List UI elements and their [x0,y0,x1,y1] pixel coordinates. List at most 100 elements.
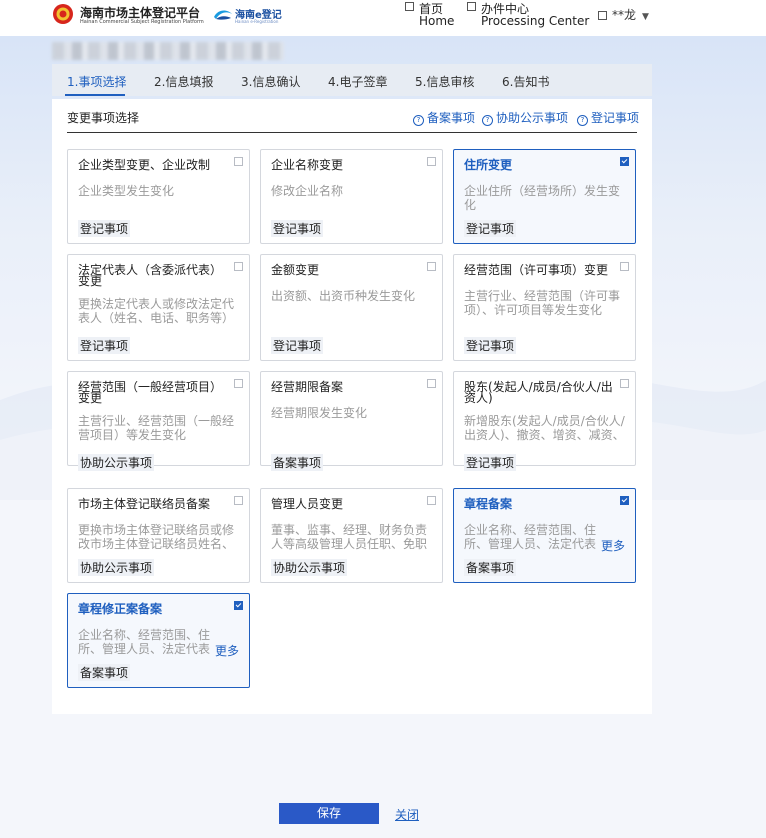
nav-processing-center[interactable]: 办件中心 Processing Center [467,0,592,32]
card-description: 企业类型发生变化 [78,184,175,198]
card-category-tag: 登记事项 [464,337,517,354]
e-registration-logo-sub: Hainan e-Registration [235,19,279,24]
card-title: 企业名称变更 [271,158,344,172]
platform-name-en: Hainan Commercial Subject Registration P… [80,19,204,25]
change-item-card[interactable]: 金额变更出资额、出资币种发生变化 登记事项 [260,254,443,361]
card-description: 更换法定代表人或修改法定代表人（姓名、电话、职务等） [78,297,235,325]
change-item-card[interactable]: 股东(发起人/成员/合伙人/出资人) 新增股东(发起人/成员/合伙人/出资人)、撤… [453,371,636,471]
card-title: 章程备案 [464,497,513,511]
checkbox[interactable] [427,379,436,388]
step-4: 4.电子签章 [328,75,388,89]
card-title: 管理人员变更 [271,497,344,511]
blurred-company-name [52,42,284,60]
nav-home-en: Home [419,14,455,28]
change-item-card[interactable]: 企业类型变更、企业改制 企业类型发生变化 登记事项 [67,149,250,244]
card-description: 新增股东(发起人/成员/合伙人/出资人)、撤资、增资、减资、 [464,414,625,442]
change-item-card[interactable]: 市场主体登记联络员备案更换市场主体登记联络员或修改市场主体登记联络员姓名、协助公… [67,488,250,583]
change-item-card[interactable]: 经营期限备案 经营期限发生变化 备案事项 [260,371,443,471]
checkbox[interactable] [234,262,243,271]
checkbox[interactable] [620,262,629,271]
card-description: 主营行业、经营范围（许可事项）、许可项目等发生变化 [464,289,621,317]
checkbox-checked[interactable] [620,157,629,166]
panel-divider [67,132,637,133]
chevron-down-icon: ▼ [642,12,649,22]
checkbox[interactable] [427,262,436,271]
user-menu[interactable]: **龙 ▼ [598,6,649,23]
change-item-card[interactable]: 经营范围（许可事项）变更主营行业、经营范围（许可事项）、许可项目等发生变化登记事… [453,254,636,361]
step-1[interactable]: 1.事项选择 [67,73,126,90]
card-category-tag: 协助公示事项 [78,454,155,471]
change-item-card[interactable]: 管理人员变更董事、监事、经理、财务负责人等高级管理人员任职、免职协助公示事项 [260,488,443,583]
card-description: 企业住所（经营场所）发生变化 [464,184,621,212]
checkbox-checked[interactable] [620,496,629,505]
step-3: 3.信息确认 [241,75,301,89]
user-icon [598,11,607,20]
card-title: 经营范围（许可事项）变更 [464,263,609,277]
help-link-assist-publicity[interactable]: ? 协助公示事项 [482,109,568,126]
card-title: 经营范围（一般经营项目）变更 [78,380,223,405]
checkbox[interactable] [620,379,629,388]
panel-title: 变更事项选择 [67,111,140,125]
help-link-registration[interactable]: ? 登记事项 [577,109,639,126]
nav-home[interactable]: 首页 Home [405,0,465,32]
help-link-label: 备案事项 [427,111,476,125]
step-progress-bar: 1.事项选择 2.信息填报 3.信息确认 4.电子签章 5.信息审核 6.告知书 [52,64,652,96]
card-title: 金额变更 [271,263,320,277]
card-title: 市场主体登记联络员备案 [78,497,211,511]
card-description: 企业名称、经营范围、住所、管理人员、法定代表人、... [464,523,597,551]
step-5: 5.信息审核 [415,75,475,89]
card-description: 董事、监事、经理、财务负责人等高级管理人员任职、免职 [271,523,428,551]
card-category-tag: 登记事项 [271,337,324,354]
card-category-tag: 协助公示事项 [271,559,348,576]
processing-center-icon [467,2,476,11]
more-link[interactable]: 更多 [598,537,625,554]
checkbox[interactable] [234,157,243,166]
checkbox-checked[interactable] [234,601,243,610]
question-icon: ? [577,115,588,126]
change-item-card[interactable]: 住所变更企业住所（经营场所）发生变化登记事项 [453,149,636,244]
checkbox[interactable] [234,496,243,505]
change-item-card[interactable]: 章程修正案备案企业名称、经营范围、住所、管理人员、法定代表人、...更多备案事项 [67,593,250,688]
card-category-tag: 备案事项 [271,454,324,471]
card-category-tag: 协助公示事项 [78,559,155,576]
card-description: 更换市场主体登记联络员或修改市场主体登记联络员姓名、 [78,523,235,551]
national-emblem-icon [53,4,73,24]
card-category-tag: 登记事项 [78,337,131,354]
user-name: **龙 [612,8,637,22]
help-link-label: 登记事项 [591,111,640,125]
change-item-card[interactable]: 法定代表人（含委派代表）变更 更换法定代表人或修改法定代表人（姓名、电话、职务等）… [67,254,250,361]
more-link[interactable]: 更多 [212,642,239,659]
change-item-card[interactable]: 企业名称变更 修改企业名称 登记事项 [260,149,443,244]
card-description: 主营行业、经营范围（一般经营项目）等发生变化 [78,414,235,442]
change-item-card[interactable]: 章程备案企业名称、经营范围、住所、管理人员、法定代表人、...更多备案事项 [453,488,636,583]
card-title: 企业类型变更、企业改制 [78,158,211,172]
step-6: 6.告知书 [502,75,550,89]
active-step-indicator [65,94,125,96]
card-category-tag: 登记事项 [464,454,517,471]
card-title: 法定代表人（含委派代表）变更 [78,263,223,288]
change-item-card[interactable]: 经营范围（一般经营项目）变更 主营行业、经营范围（一般经营项目）等发生变化协助公示… [67,371,250,471]
help-link-filing[interactable]: ? 备案事项 [413,109,475,126]
close-link[interactable]: 关闭 [395,806,419,823]
card-category-tag: 登记事项 [464,220,517,237]
home-icon [405,2,414,11]
checkbox[interactable] [234,379,243,388]
checkbox[interactable] [427,157,436,166]
card-description: 修改企业名称 [271,184,344,198]
card-title: 住所变更 [464,158,513,172]
step-2: 2.信息填报 [154,75,214,89]
card-description: 企业名称、经营范围、住所、管理人员、法定代表人、... [78,628,211,656]
nav-processing-en: Processing Center [481,14,590,28]
card-description: 出资额、出资币种发生变化 [271,289,416,303]
card-title: 股东(发起人/成员/合伙人/出资人) [464,380,613,405]
checkbox[interactable] [427,496,436,505]
change-items-panel: 变更事项选择 ? 备案事项 ? 协助公示事项 ? 登记事项 企业类型变更、企业改制 企业… [52,99,652,714]
help-link-label: 协助公示事项 [496,111,569,125]
card-category-tag: 登记事项 [271,220,324,237]
card-category-tag: 备案事项 [464,559,517,576]
save-button[interactable]: 保存 [279,803,379,824]
card-category-tag: 备案事项 [78,664,131,681]
card-title: 章程修正案备案 [78,602,163,616]
card-title: 经营期限备案 [271,380,344,394]
question-icon: ? [482,115,493,126]
